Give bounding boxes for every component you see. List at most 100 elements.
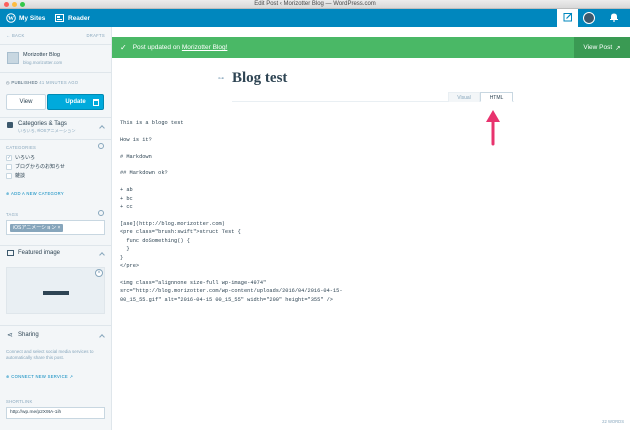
divider [0, 325, 111, 326]
divider [0, 139, 111, 140]
sharing-header[interactable]: ⋖ Sharing [0, 330, 111, 342]
content-line: <img class="alignnone size-full wp-image… [120, 279, 267, 286]
categories-summary: いろいろ, #iOSアニメーション [18, 128, 76, 133]
zoom-window-button[interactable] [20, 2, 25, 7]
external-link-icon: ↗ [69, 374, 74, 379]
divider [0, 117, 111, 118]
remove-tag-icon[interactable]: × [58, 225, 61, 231]
tags-caption: TAGS [6, 212, 19, 217]
word-count: 22 WORDS [602, 419, 624, 424]
sidebar-header: ← BACK DRAFTS [0, 33, 111, 41]
chevron-up-icon [99, 125, 105, 131]
notice-site-link[interactable]: Morizotter Blog! [182, 44, 228, 51]
content-line: </pre> [120, 262, 140, 269]
content-line: src="http://blog.morizotter.com/wp-conte… [120, 288, 343, 295]
link-icon[interactable]: ⊶ [218, 75, 224, 82]
chevron-up-icon [99, 252, 105, 258]
shortlink-field[interactable]: http://wp.me/p2X9tA-1ih [6, 407, 105, 419]
my-sites-button[interactable]: W My Sites [5, 9, 45, 27]
site-info[interactable]: Morizotter Blog blog.morizotter.com [0, 51, 111, 67]
featured-image-preview[interactable]: × [6, 267, 105, 314]
tag-chip[interactable]: iOSアニメーション × [10, 224, 64, 232]
minimize-window-button[interactable] [12, 2, 17, 7]
tab-visual[interactable]: Visual [448, 92, 480, 102]
category-list: ✓ いろいろ ブログからのお知らせ 雑談 [6, 153, 65, 180]
divider [0, 245, 111, 246]
content-line: How is it? [120, 136, 152, 143]
category-item[interactable]: ブログからのお知らせ [6, 162, 65, 171]
category-label: 雑談 [15, 173, 26, 179]
connect-label: CONNECT NEW SERVICE [11, 374, 69, 379]
masterbar: W My Sites Reader [0, 9, 630, 27]
categories-caption: CATEGORIES [6, 145, 37, 150]
add-category-label: ADD A NEW CATEGORY [11, 191, 64, 196]
window-title: Edit Post ‹ Morizotter Blog — WordPress.… [254, 1, 376, 7]
published-label: PUBLISHED [11, 80, 38, 85]
write-button[interactable] [557, 9, 578, 27]
category-label: いろいろ [15, 155, 36, 161]
annotation-arrow [486, 110, 500, 146]
shortlink-caption: SHORTLINK [6, 399, 33, 404]
content-line: + ab [120, 187, 133, 194]
connect-service-link[interactable]: ⊕ CONNECT NEW SERVICE ↗ [6, 374, 73, 379]
reader-label: Reader [68, 14, 91, 22]
drafts-link[interactable]: DRAFTS [86, 33, 105, 38]
content-line: # Markdown [120, 153, 152, 160]
sharing-description: Connect and select social media services… [6, 349, 94, 360]
tab-html[interactable]: HTML [480, 92, 513, 102]
update-label: Update [65, 99, 86, 105]
content-line: + bc [120, 195, 133, 202]
post-updated-notice: ✓ Post updated on Morizotter Blog! View … [112, 37, 630, 58]
share-icon: ⋖ [7, 332, 13, 339]
view-post-label: View Post [583, 44, 613, 51]
content-line: 00_15_55.gif" alt="2016-04-15 00_15_55" … [120, 296, 333, 303]
site-icon [7, 52, 19, 64]
remove-image-icon[interactable]: × [95, 269, 103, 277]
my-sites-label: My Sites [19, 14, 46, 22]
tag-label: iOSアニメーション [13, 225, 57, 231]
content-line: func doSomething() { [120, 237, 190, 244]
category-item[interactable]: ✓ いろいろ [6, 153, 65, 162]
content-line [120, 270, 343, 278]
info-icon[interactable] [98, 143, 104, 149]
notice-text: Post updated on [132, 44, 181, 51]
avatar-button[interactable] [583, 12, 595, 24]
content-line: + cc [120, 204, 133, 211]
update-button[interactable]: Update [47, 94, 104, 110]
tag-icon [7, 122, 13, 128]
categories-tags-header[interactable]: Categories & Tags いろいろ, #iOSアニメーション [0, 120, 111, 136]
editor-sidebar: ← BACK DRAFTS Morizotter Blog blog.moriz… [0, 27, 112, 430]
info-icon[interactable] [98, 210, 104, 216]
tags-input[interactable]: iOSアニメーション × [6, 220, 105, 235]
html-content-editor[interactable]: This is a blogo test How is it? # Markdo… [120, 119, 343, 304]
checkbox-checked[interactable]: ✓ [6, 154, 12, 161]
content-line [120, 127, 343, 135]
content-line [120, 178, 343, 186]
back-label: BACK [11, 33, 25, 38]
svg-text:W: W [8, 16, 14, 22]
checkbox[interactable] [6, 163, 12, 170]
view-button[interactable]: View [6, 94, 46, 110]
notifications-button[interactable] [608, 12, 620, 24]
site-name: Morizotter Blog [23, 52, 60, 58]
divider [0, 72, 111, 73]
wordpress-icon: W [5, 13, 16, 24]
site-url: blog.morizotter.com [23, 60, 63, 65]
published-status: ◷ PUBLISHED 41 MINUTES AGO [0, 80, 111, 88]
checkbox[interactable] [6, 172, 12, 179]
categories-title: Categories & Tags [18, 121, 67, 127]
featured-image-thumbnail [43, 291, 69, 295]
back-link[interactable]: ← BACK [6, 33, 25, 38]
write-icon [563, 12, 573, 24]
add-category-link[interactable]: ⊕ ADD A NEW CATEGORY [6, 191, 64, 196]
featured-title: Featured image [18, 250, 61, 256]
view-post-button[interactable]: View Post ↗ [574, 37, 630, 58]
category-item[interactable]: 雑談 [6, 171, 65, 180]
bell-icon [609, 12, 619, 24]
featured-image-header[interactable]: Featured image [0, 247, 111, 261]
chevron-up-icon [99, 334, 105, 340]
content-line: <pre class="brush:swift">struct Test { [120, 229, 241, 236]
close-window-button[interactable] [4, 2, 9, 7]
reader-button[interactable]: Reader [54, 9, 90, 27]
post-title[interactable]: Blog test [232, 70, 287, 87]
